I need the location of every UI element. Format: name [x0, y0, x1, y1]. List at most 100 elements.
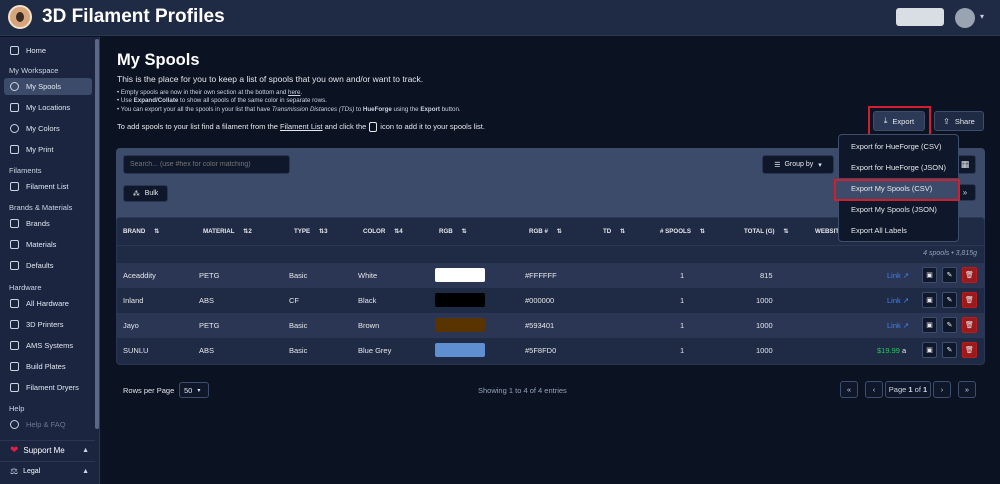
box-icon [10, 103, 19, 112]
table-row[interactable]: SUNLU ABS Basic Blue Grey #5F8FD0 1 1000… [117, 338, 984, 363]
sidebar-item-my-print[interactable]: My Print [4, 141, 92, 158]
sidebar-item-label: Materials [26, 240, 57, 249]
sidebar-scrollbar[interactable] [95, 39, 99, 429]
table-row[interactable]: Inland ABS CF Black #000000 1 1000 Link … [117, 288, 984, 313]
trash-icon: 🗑 [965, 297, 974, 304]
first-page-button[interactable]: « [840, 381, 858, 398]
sidebar-item-all-hardware[interactable]: All Hardware [4, 295, 92, 312]
sidebar-item-my-locations[interactable]: My Locations [4, 99, 92, 116]
sidebar-item-filament-list[interactable]: Filament List [4, 178, 92, 195]
sidebar-item-help-faq[interactable]: Help & FAQ [4, 416, 92, 433]
sidebar-section-filaments: Filaments [9, 166, 42, 175]
col-total[interactable]: TOTAL (G) ⇅ [744, 228, 789, 235]
trash-icon: 🗑 [965, 322, 974, 329]
sidebar-item-home[interactable]: Home [4, 42, 92, 59]
external-link-icon: ↗ [902, 271, 910, 280]
bulk-button[interactable]: ⁂ Bulk [123, 185, 168, 202]
download-icon: ⤓ [883, 116, 888, 125]
col-brand[interactable]: BRAND ⇅ [123, 228, 159, 235]
menu-item-spools-json[interactable]: Export My Spools (JSON) [839, 199, 960, 220]
col-td[interactable]: TD ⇅ [603, 228, 625, 235]
sidebar-item-3d-printers[interactable]: 3D Printers [4, 316, 92, 333]
filament-list-link[interactable]: Filament List [280, 122, 323, 131]
grid-icon: ▦ [960, 159, 970, 169]
sidebar-item-my-spools[interactable]: My Spools [4, 78, 92, 95]
next-page-button[interactable]: › [933, 381, 951, 398]
delete-button[interactable]: 🗑 [962, 292, 977, 308]
help-bullets: • Empty spools are now in their own sect… [117, 89, 461, 114]
trash-icon: 🗑 [965, 347, 974, 354]
edit-button[interactable]: ✎ [942, 267, 957, 283]
chevron-up-icon: ▲ [82, 468, 89, 475]
app-logo[interactable] [8, 5, 32, 29]
sidebar-item-filament-dryers[interactable]: Filament Dryers [4, 379, 92, 396]
col-rgb-hex[interactable]: RGB # ⇅ [529, 228, 562, 235]
group-by-button[interactable]: ☰ Group by ▾ [762, 155, 834, 174]
sidebar-item-ams-systems[interactable]: AMS Systems [4, 337, 92, 354]
amazon-icon: a [902, 346, 907, 355]
page-indicator: Page 1 of 1 [885, 381, 931, 398]
sidebar-item-defaults[interactable]: Defaults [4, 257, 92, 274]
edit-button[interactable]: ✎ [942, 292, 957, 308]
website-link[interactable]: Link ↗ [887, 296, 909, 305]
qr-button[interactable]: ▣ [922, 317, 937, 333]
table-row[interactable]: Jayo PETG Basic Brown #593401 1 1000 Lin… [117, 313, 984, 338]
color-swatch [435, 318, 485, 332]
website-link[interactable]: Link ↗ [887, 321, 909, 330]
avatar[interactable] [955, 8, 975, 28]
price-link[interactable]: $19.99 a [877, 346, 906, 355]
qr-button[interactable]: ▣ [922, 342, 937, 358]
table-row[interactable]: Aceaddity PETG Basic White #FFFFFF 1 815… [117, 263, 984, 288]
sidebar-item-brands[interactable]: Brands [4, 215, 92, 232]
menu-item-hueforge-csv[interactable]: Export for HueForge (CSV) [839, 136, 960, 157]
here-link[interactable]: here [288, 89, 300, 96]
flask-icon [10, 240, 19, 249]
home-icon [10, 46, 19, 55]
edit-button[interactable]: ✎ [942, 317, 957, 333]
sidebar-item-label: Build Plates [26, 362, 66, 371]
search-input[interactable] [123, 155, 290, 174]
app-title[interactable]: 3D Filament Profiles [42, 6, 225, 28]
sidebar-item-build-plates[interactable]: Build Plates [4, 358, 92, 375]
col-website[interactable]: WEBSIT [815, 228, 839, 235]
sidebar-item-materials[interactable]: Materials [4, 236, 92, 253]
export-csv-highlight [834, 179, 960, 201]
delete-button[interactable]: 🗑 [962, 317, 977, 333]
bullet-expand: • Use Expand/Collate to show all spools … [117, 97, 327, 105]
rows-per-page-select[interactable]: 50 ▾ [179, 382, 209, 398]
col-material[interactable]: MATERIAL ⇅2 [203, 228, 252, 235]
chevron-down-icon: ▾ [818, 161, 822, 169]
export-button[interactable]: ⤓ Export [873, 111, 925, 131]
sidebar-item-my-colors[interactable]: My Colors [4, 120, 92, 137]
legal-label: Legal [23, 468, 41, 475]
delete-button[interactable]: 🗑 [962, 342, 977, 358]
menu-item-hueforge-json[interactable]: Export for HueForge (JSON) [839, 157, 960, 178]
qr-button[interactable]: ▣ [922, 267, 937, 283]
prev-page-button[interactable]: ‹ [865, 381, 883, 398]
col-color[interactable]: COLOR ⇅4 [363, 228, 403, 235]
scale-icon: ⚖ [10, 466, 19, 476]
support-me-toggle[interactable]: ❤ Support Me ▲ [0, 440, 95, 460]
edit-button[interactable]: ✎ [942, 342, 957, 358]
spool-icon [10, 82, 19, 91]
last-page-button[interactable]: » [958, 381, 976, 398]
page-intro: This is the place for you to keep a list… [117, 74, 424, 84]
legal-toggle[interactable]: ⚖ Legal ▲ [0, 461, 95, 481]
list-icon [10, 182, 19, 191]
pencil-icon: ✎ [946, 347, 953, 354]
col-spools[interactable]: # SPOOLS ⇅ [660, 228, 705, 235]
col-type[interactable]: TYPE ⇅3 [294, 228, 328, 235]
help-icon [10, 420, 19, 429]
chevron-down-icon[interactable]: ▾ [980, 12, 984, 21]
col-rgb[interactable]: RGB ⇅ [439, 228, 467, 235]
menu-item-all-labels[interactable]: Export All Labels [839, 220, 960, 241]
website-link[interactable]: Link ↗ [887, 271, 909, 280]
chevron-up-icon: ▲ [82, 447, 89, 454]
delete-button[interactable]: 🗑 [962, 267, 977, 283]
sidebar-section-help: Help [9, 404, 25, 413]
user-menu-button[interactable] [896, 8, 944, 26]
share-button[interactable]: ⇪ Share [934, 111, 984, 131]
sidebar-section-workspace: My Workspace [9, 66, 59, 75]
sidebar-item-label: Brands [26, 219, 50, 228]
qr-button[interactable]: ▣ [922, 292, 937, 308]
